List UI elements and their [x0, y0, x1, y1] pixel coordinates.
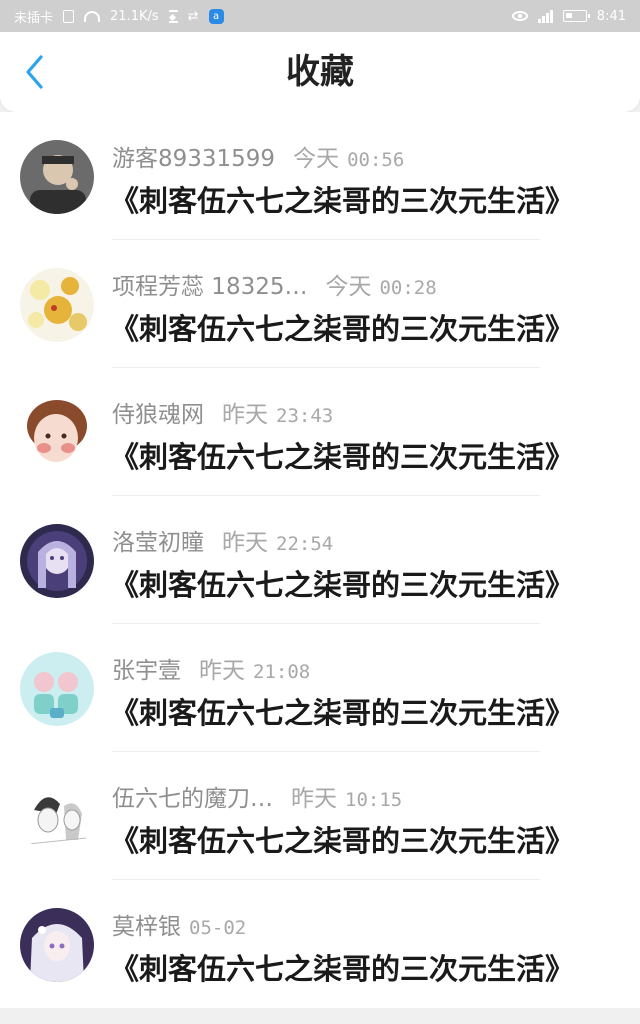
- avatar[interactable]: [20, 140, 94, 214]
- item-day: 昨天: [291, 786, 337, 812]
- item-title[interactable]: 《刺客伍六七之柒哥的三次元生活》: [110, 946, 630, 988]
- avatar[interactable]: [20, 780, 94, 854]
- avatar[interactable]: [20, 652, 94, 726]
- item-title[interactable]: 《刺客伍六七之柒哥的三次元生活》: [110, 178, 630, 220]
- item-day: 昨天: [222, 402, 268, 428]
- item-time: 21:08: [253, 661, 311, 683]
- list-item[interactable]: 张宇壹 昨天 21:08 《刺客伍六七之柒哥的三次元生活》: [0, 624, 640, 752]
- item-meta: 项程芳蕊 18325… 今天 00:28: [112, 267, 437, 301]
- item-meta: 张宇壹 昨天 21:08: [112, 651, 310, 685]
- avatar[interactable]: [20, 396, 94, 470]
- app-header: 收藏: [0, 32, 640, 112]
- signal-icon: [537, 9, 553, 23]
- avatar[interactable]: [20, 268, 94, 342]
- item-day: 今天: [293, 146, 340, 172]
- user-name[interactable]: 莫梓银: [112, 907, 181, 941]
- sync-icon: ⇄: [187, 8, 199, 24]
- item-title[interactable]: 《刺客伍六七之柒哥的三次元生活》: [110, 818, 630, 860]
- item-day: 今天: [325, 274, 372, 300]
- item-day: 昨天: [199, 658, 245, 684]
- item-time: 00:56: [347, 149, 405, 171]
- list-item[interactable]: 侍狼魂网 昨天 23:43 《刺客伍六七之柒哥的三次元生活》: [0, 368, 640, 496]
- list-item[interactable]: 游客89331599 今天 00:56 《刺客伍六七之柒哥的三次元生活》: [0, 112, 640, 240]
- item-title[interactable]: 《刺客伍六七之柒哥的三次元生活》: [110, 690, 630, 732]
- user-name[interactable]: 游客89331599: [112, 139, 275, 173]
- item-title[interactable]: 《刺客伍六七之柒哥的三次元生活》: [110, 434, 630, 476]
- list-item[interactable]: 莫梓银 05-02 《刺客伍六七之柒哥的三次元生活》: [0, 880, 640, 1008]
- item-time: 05-02: [189, 917, 247, 939]
- list-item[interactable]: 洛莹初瞳 昨天 22:54 《刺客伍六七之柒哥的三次元生活》: [0, 496, 640, 624]
- avatar[interactable]: [20, 524, 94, 598]
- avatar[interactable]: [20, 908, 94, 982]
- status-right: 8:41: [511, 8, 626, 24]
- list-item[interactable]: 伍六七的魔刀… 昨天 10:15 《刺客伍六七之柒哥的三次元生活》: [0, 752, 640, 880]
- item-meta: 洛莹初瞳 昨天 22:54: [112, 523, 333, 557]
- user-name[interactable]: 项程芳蕊 18325…: [112, 267, 307, 301]
- sim-icon: [63, 9, 75, 23]
- clock-time: 8:41: [596, 8, 626, 24]
- item-meta: 伍六七的魔刀… 昨天 10:15: [112, 779, 402, 813]
- user-name[interactable]: 侍狼魂网: [112, 395, 204, 429]
- item-time: 23:43: [276, 405, 334, 427]
- item-meta: 莫梓银 05-02: [112, 907, 246, 941]
- item-title[interactable]: 《刺客伍六七之柒哥的三次元生活》: [110, 562, 630, 604]
- item-meta: 侍狼魂网 昨天 23:43: [112, 395, 333, 429]
- item-time: 22:54: [276, 533, 334, 555]
- eye-icon: [511, 11, 528, 21]
- user-name[interactable]: 伍六七的魔刀…: [112, 779, 273, 813]
- status-left: 未插卡 21.1K/s ⇄ a: [14, 7, 224, 26]
- network-speed: 21.1K/s: [110, 8, 159, 24]
- bottom-strip: [0, 1008, 640, 1024]
- battery-icon: [562, 10, 590, 22]
- status-bar: 未插卡 21.1K/s ⇄ a 8:41: [0, 0, 640, 32]
- list-item[interactable]: 项程芳蕊 18325… 今天 00:28 《刺客伍六七之柒哥的三次元生活》: [0, 240, 640, 368]
- wifi-icon: [84, 10, 101, 22]
- item-meta: 游客89331599 今天 00:56: [112, 139, 404, 173]
- item-title[interactable]: 《刺客伍六七之柒哥的三次元生活》: [110, 306, 630, 348]
- page-title: 收藏: [286, 52, 354, 92]
- user-name[interactable]: 洛莹初瞳: [112, 523, 204, 557]
- favorites-list: 游客89331599 今天 00:56 《刺客伍六七之柒哥的三次元生活》 项程芳…: [0, 112, 640, 1024]
- user-name[interactable]: 张宇壹: [112, 651, 181, 685]
- item-time: 10:15: [345, 789, 403, 811]
- item-day: 昨天: [222, 530, 268, 556]
- app-notification-icon: a: [208, 8, 224, 24]
- carrier-label: 未插卡: [14, 10, 54, 26]
- hourglass-icon: [168, 9, 178, 23]
- item-time: 00:28: [379, 277, 437, 299]
